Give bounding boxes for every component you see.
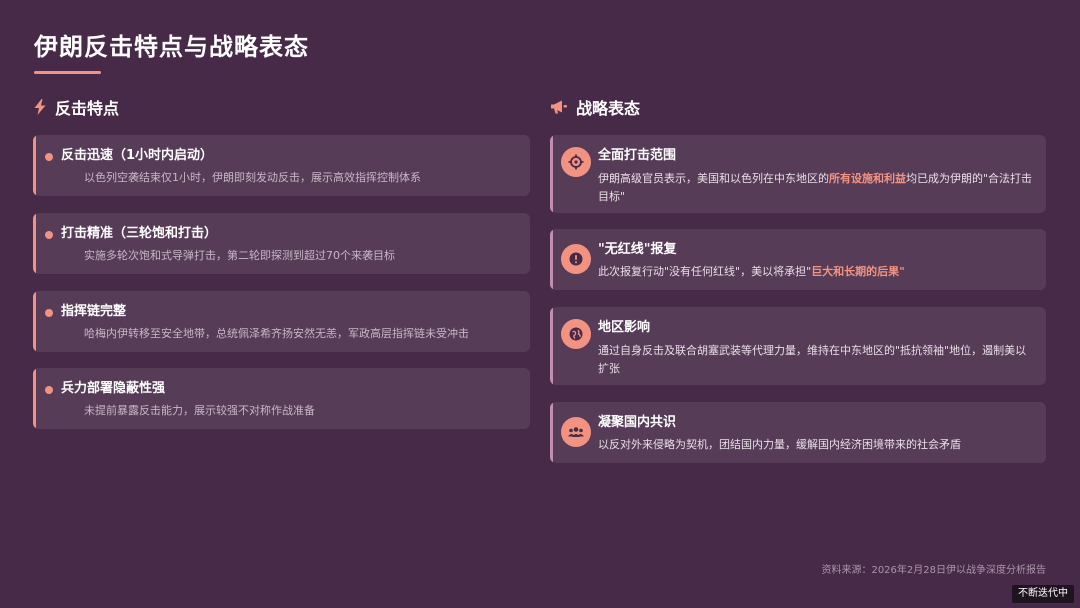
stance-card-title: 凝聚国内共识 bbox=[598, 415, 677, 430]
globe-icon bbox=[561, 319, 591, 349]
stance-card-title: 全面打击范围 bbox=[598, 148, 677, 163]
source-note: 资料来源：2026年2月28日伊以战争深度分析报告 bbox=[821, 565, 1046, 576]
feature-card-title: 反击迅速（1小时内启动） bbox=[61, 148, 214, 163]
bullet-dot bbox=[45, 153, 53, 161]
feature-card-desc: 实施多轮次饱和式导弹打击，第二轮即探测到超过70个来袭目标 bbox=[84, 249, 395, 262]
alert-icon bbox=[561, 244, 591, 274]
crosshair-icon bbox=[561, 147, 591, 177]
feature-card-concealment: 兵力部署隐蔽性强 未提前暴露反击能力，展示较强不对称作战准备 bbox=[33, 368, 530, 429]
feature-card-speed: 反击迅速（1小时内启动） 以色列空袭结束仅1小时，伊朗即刻发动反击，展示高效指挥… bbox=[33, 135, 530, 196]
feature-card-title: 指挥链完整 bbox=[61, 304, 127, 319]
stance-card-regional-influence: 地区影响 通过自身反击及联合胡塞武装等代理力量，维持在中东地区的"抵抗领袖"地位… bbox=[550, 307, 1046, 385]
highlight-text: 巨大和长期的后果" bbox=[811, 265, 905, 278]
people-icon bbox=[561, 417, 591, 447]
bullet-dot bbox=[45, 309, 53, 317]
feature-card-title: 打击精准（三轮饱和打击） bbox=[61, 226, 218, 241]
feature-card-title: 兵力部署隐蔽性强 bbox=[61, 381, 166, 396]
stance-card-national-consensus: 凝聚国内共识 以反对外来侵略为契机，团结国内力量，缓解国内经济困境带来的社会矛盾 bbox=[550, 402, 1046, 463]
page-title: 伊朗反击特点与战略表态 bbox=[34, 33, 309, 61]
feature-card-desc: 未提前暴露反击能力，展示较强不对称作战准备 bbox=[84, 404, 315, 417]
right-section-heading: 战略表态 bbox=[550, 96, 640, 118]
bolt-icon bbox=[33, 99, 47, 115]
stance-card-desc: 伊朗高级官员表示，美国和以色列在中东地区的所有设施和利益均已成为伊朗的"合法打击… bbox=[598, 172, 1033, 203]
title-underline bbox=[34, 71, 101, 74]
bullet-dot bbox=[45, 231, 53, 239]
stance-card-desc: 以反对外来侵略为契机，团结国内力量，缓解国内经济困境带来的社会矛盾 bbox=[598, 438, 961, 451]
highlight-text: 所有设施和利益 bbox=[829, 172, 906, 185]
left-section-heading: 反击特点 bbox=[33, 96, 119, 118]
stance-card-title: "无红线"报复 bbox=[598, 242, 677, 257]
iterating-badge: 不断迭代中 bbox=[1012, 585, 1074, 603]
bullet-dot bbox=[45, 386, 53, 394]
feature-card-precision: 打击精准（三轮饱和打击） 实施多轮次饱和式导弹打击，第二轮即探测到超过70个来袭… bbox=[33, 213, 530, 274]
stance-card-desc: 通过自身反击及联合胡塞武装等代理力量，维持在中东地区的"抵抗领袖"地位，遏制美以… bbox=[598, 344, 1027, 375]
feature-card-desc: 哈梅内伊转移至安全地带，总统佩泽希齐扬安然无恙，军政高层指挥链未受冲击 bbox=[84, 327, 469, 340]
stance-card-no-red-line: "无红线"报复 此次报复行动"没有任何红线"，美以将承担"巨大和长期的后果" bbox=[550, 229, 1046, 290]
right-section-heading-label: 战略表态 bbox=[576, 99, 641, 118]
stance-card-desc: 此次报复行动"没有任何红线"，美以将承担"巨大和长期的后果" bbox=[598, 265, 905, 278]
stance-card-title: 地区影响 bbox=[598, 320, 651, 335]
feature-card-desc: 以色列空袭结束仅1小时，伊朗即刻发动反击，展示高效指挥控制体系 bbox=[84, 171, 421, 184]
megaphone-icon bbox=[550, 99, 568, 115]
left-section-heading-label: 反击特点 bbox=[55, 99, 120, 118]
stance-card-strike-scope: 全面打击范围 伊朗高级官员表示，美国和以色列在中东地区的所有设施和利益均已成为伊… bbox=[550, 135, 1046, 213]
feature-card-command-chain: 指挥链完整 哈梅内伊转移至安全地带，总统佩泽希齐扬安然无恙，军政高层指挥链未受冲… bbox=[33, 291, 530, 352]
